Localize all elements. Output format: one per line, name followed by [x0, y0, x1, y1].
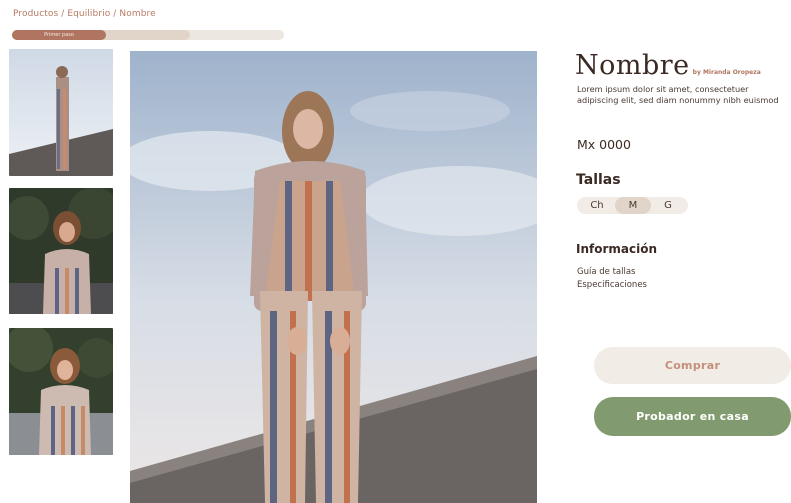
home-trial-button[interactable]: Probador en casa [594, 397, 791, 436]
sizes-heading: Tallas [576, 172, 621, 188]
buy-button[interactable]: Comprar [594, 347, 791, 384]
thumbnail-1-image [9, 49, 113, 176]
thumbnail-3-image [9, 328, 113, 455]
product-byline: by Miranda Oropeza [692, 69, 761, 76]
product-title-row: Nombre by Miranda Oropeza [575, 50, 761, 81]
thumbnail-3[interactable] [9, 328, 113, 455]
progress-bar: Primer paso [12, 30, 284, 40]
progress-step-label: Primer paso [12, 30, 106, 40]
size-option-ch[interactable]: Ch [580, 197, 614, 214]
thumbnail-2[interactable] [9, 188, 113, 314]
main-product-photo [130, 51, 537, 503]
product-price: Mx 0000 [577, 137, 631, 152]
product-title: Nombre [575, 50, 690, 81]
size-guide-link[interactable]: Guía de tallas [577, 267, 635, 277]
size-option-g[interactable]: G [651, 197, 685, 214]
thumbnail-1[interactable] [9, 49, 113, 176]
info-heading: Información [576, 242, 658, 256]
thumbnail-2-image [9, 188, 113, 314]
specifications-link[interactable]: Especificaciones [577, 280, 647, 290]
product-description: Lorem ipsum dolor sit amet, consectetuer… [577, 84, 779, 105]
size-option-m[interactable]: M [615, 197, 651, 214]
size-selector: Ch M G [577, 197, 688, 214]
breadcrumb[interactable]: Productos / Equilibrio / Nombre [13, 9, 156, 19]
main-product-image [130, 51, 537, 503]
